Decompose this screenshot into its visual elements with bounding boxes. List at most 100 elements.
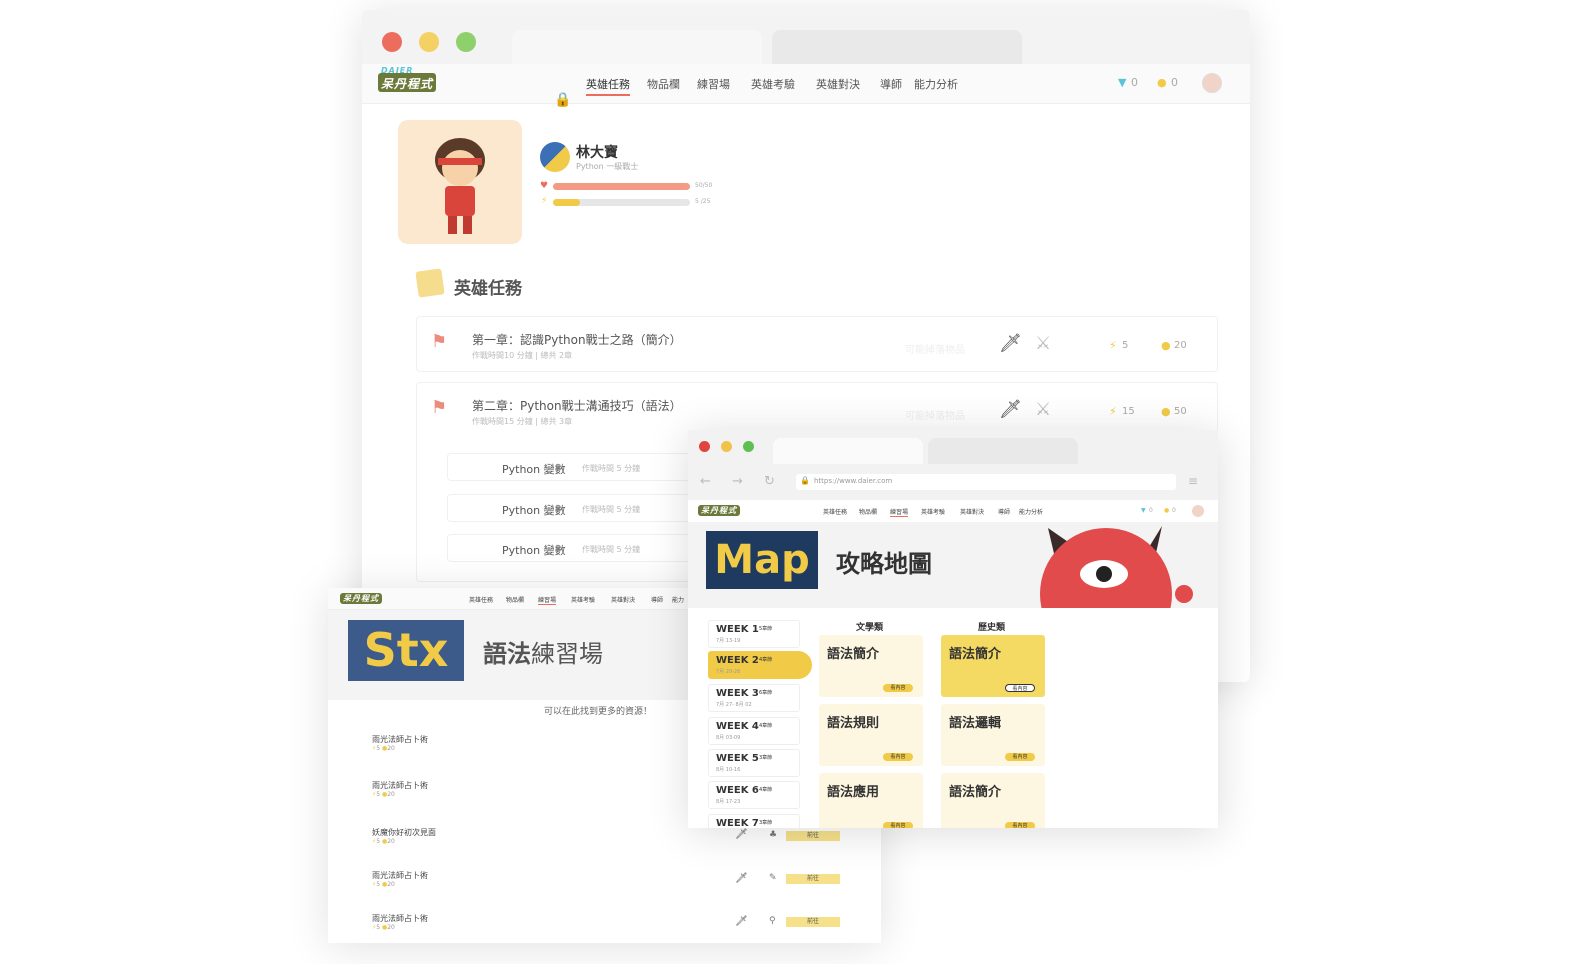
go-button[interactable]: 前往: [786, 831, 840, 841]
nav-item[interactable]: 物品欄: [506, 595, 524, 604]
sub-lesson-title: Python 變數: [502, 463, 566, 476]
column-heading: 文學類: [856, 623, 884, 633]
sub-lesson-meta: 作戰時間 5 分鐘: [582, 545, 641, 554]
nav-item[interactable]: 英雄考驗: [571, 595, 595, 604]
lesson-card-active[interactable]: 語法簡介 看內容: [941, 635, 1045, 697]
exercise-row[interactable]: 妖魔你好初次見面 ⚡5 ●20: [372, 827, 436, 845]
nav-item[interactable]: 英雄任務: [469, 595, 493, 604]
lock-icon: 🔒: [554, 92, 572, 108]
lesson-card[interactable]: 語法規則 看內容: [819, 704, 923, 766]
nav-item[interactable]: 導師: [651, 595, 663, 604]
energy-reward: 15: [1122, 406, 1135, 417]
back-icon[interactable]: ←: [700, 474, 711, 489]
lesson-card[interactable]: 語法簡介 看內容: [941, 773, 1045, 828]
menu-icon[interactable]: ≡: [1188, 474, 1198, 488]
nav-battle[interactable]: 英雄對決: [816, 76, 860, 92]
nav-analysis[interactable]: 能力分析: [914, 76, 958, 92]
chapter-title: 第二章：Python戰士溝通技巧（語法）: [472, 399, 682, 413]
hero-rank: Python 一級戰士: [576, 162, 639, 171]
hierarchy-icon: ♣: [769, 830, 778, 840]
exercise-title: 雨光法師占卜術: [372, 781, 428, 790]
logo[interactable]: 呆丹程式: [698, 505, 740, 516]
lesson-card[interactable]: 語法邏輯 看內容: [941, 704, 1045, 766]
view-button[interactable]: 看內容: [1005, 753, 1035, 761]
nav-item[interactable]: 物品欄: [859, 507, 877, 516]
search-icon: ⚲: [769, 916, 776, 926]
lightning-icon: ⚡: [1109, 339, 1117, 352]
browser-tab[interactable]: [928, 438, 1078, 464]
maximize-dot[interactable]: [456, 32, 476, 52]
view-button[interactable]: 看內容: [1005, 684, 1035, 692]
chapter-card[interactable]: ⚑ 第一章：認識Python戰士之路（簡介） 作戰時間10 分鐘 | 總共 2章…: [416, 316, 1218, 372]
nav-item[interactable]: 英雄考驗: [921, 507, 945, 516]
nav-item[interactable]: 英雄對決: [960, 507, 984, 516]
browser-tab-active[interactable]: [512, 30, 762, 64]
view-button[interactable]: 看內容: [883, 684, 913, 692]
exercise-row[interactable]: 雨光法師占卜術 ⚡5 ●20: [372, 780, 428, 798]
week-item[interactable]: WEEK 3 7月 27- 8月 02 6章節: [708, 684, 800, 712]
view-button[interactable]: 看內容: [1005, 822, 1035, 828]
top-nav: DAIER 呆丹程式 英雄任務 物品欄 練習場 英雄考驗 英雄對決 導師 能力分析…: [362, 64, 1250, 104]
nav-hero-missions[interactable]: 英雄任務: [586, 76, 630, 96]
nav-item[interactable]: 英雄對決: [611, 595, 635, 604]
week-item[interactable]: WEEK 4 8月 03-09 4章節: [708, 717, 800, 745]
nav-item[interactable]: 英雄任務: [823, 507, 847, 516]
nav-practice[interactable]: 練習場: [697, 76, 730, 92]
nav-item[interactable]: 能力分析: [1019, 507, 1043, 516]
flag-icon: ⚑: [431, 331, 448, 352]
exercise-row[interactable]: 雨光法師占卜術 ⚡5 ●20: [372, 870, 428, 888]
sword-icon: 🗡: [735, 916, 748, 927]
stx-title: 語法練習場: [483, 640, 603, 668]
exercise-row[interactable]: 雨光法師占卜術 ⚡5 ●20: [372, 734, 428, 752]
browser-tab[interactable]: [772, 30, 1022, 64]
hero-portrait: [398, 120, 522, 244]
week-item-active[interactable]: WEEK 2 7月 20-26 4章節: [708, 651, 812, 679]
lesson-card[interactable]: 語法應用 看內容: [819, 773, 923, 828]
week-item[interactable]: WEEK 7 3章節: [708, 814, 800, 828]
forward-icon[interactable]: →: [732, 474, 743, 489]
maximize-dot[interactable]: [743, 441, 754, 452]
nav-item[interactable]: 能力: [672, 595, 684, 604]
section-title: 英雄任務: [454, 279, 522, 299]
map-badge: Map: [706, 531, 818, 589]
coin-icon: ●: [1164, 507, 1170, 514]
edit-icon: ✎: [769, 873, 777, 883]
minimize-dot[interactable]: [419, 32, 439, 52]
reload-icon[interactable]: ↻: [764, 474, 775, 489]
close-dot[interactable]: [699, 441, 710, 452]
go-button[interactable]: 前往: [786, 917, 840, 927]
avatar[interactable]: [1202, 73, 1222, 93]
nav-item[interactable]: 練習場: [538, 595, 557, 605]
week-item[interactable]: WEEK 1 7月 13-19 5章節: [708, 620, 800, 648]
week-item[interactable]: WEEK 5 8月 10-16 3章節: [708, 749, 800, 777]
lock-icon: 🔒: [800, 476, 810, 485]
exercise-title: 雨光法師占卜術: [372, 914, 428, 923]
gem-count: 0: [1149, 507, 1153, 514]
scimitar-icon: ⚔: [1035, 333, 1052, 354]
exercise-title: 妖魔你好初次見面: [372, 828, 436, 837]
sub-lesson-title: Python 變數: [502, 544, 566, 557]
nav-item[interactable]: 練習場: [890, 507, 909, 517]
go-button[interactable]: 前往: [786, 874, 840, 884]
avatar[interactable]: [1192, 505, 1204, 517]
hp-bar: [553, 183, 690, 190]
nav-trial[interactable]: 英雄考驗: [751, 76, 795, 92]
minimize-dot[interactable]: [721, 441, 732, 452]
logo[interactable]: 呆丹程式: [340, 593, 382, 604]
sword-icon: 🗡: [735, 829, 748, 840]
address-bar[interactable]: 🔒 https://www.daier.com: [796, 474, 1176, 490]
browser-tab-active[interactable]: [773, 438, 923, 464]
view-button[interactable]: 看內容: [883, 822, 913, 828]
nav-mentor[interactable]: 導師: [880, 76, 902, 92]
monster-mascot: [1040, 526, 1193, 608]
nav-inventory[interactable]: 物品欄: [647, 76, 680, 92]
hero-name: 林大寶: [576, 145, 618, 161]
close-dot[interactable]: [382, 32, 402, 52]
logo[interactable]: DAIER 呆丹程式: [378, 67, 437, 92]
view-button[interactable]: 看內容: [883, 753, 913, 761]
lesson-card[interactable]: 語法簡介 看內容: [819, 635, 923, 697]
exercise-title: 雨光法師占卜術: [372, 871, 428, 880]
exercise-row[interactable]: 雨光法師占卜術 ⚡5 ●20: [372, 913, 428, 931]
nav-item[interactable]: 導師: [998, 507, 1010, 516]
week-item[interactable]: WEEK 6 8月 17-23 4章節: [708, 781, 800, 809]
